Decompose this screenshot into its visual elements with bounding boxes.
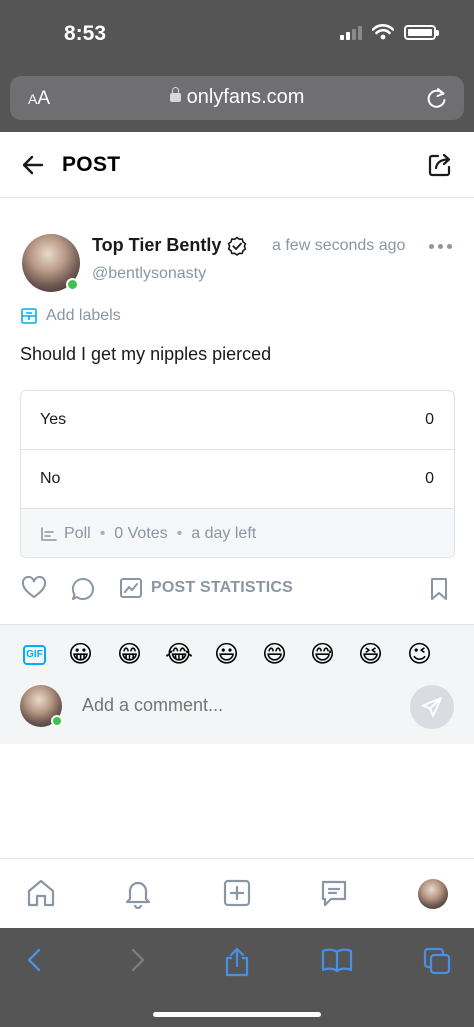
post-timestamp: a few seconds ago	[272, 237, 406, 254]
poll-option-count: 0	[425, 470, 434, 487]
battery-icon	[404, 24, 439, 40]
poll-option-yes[interactable]: Yes 0	[21, 391, 454, 450]
author-name[interactable]: Top Tier Bently	[92, 235, 221, 256]
comment-input[interactable]	[82, 695, 382, 716]
status-icons	[340, 24, 439, 40]
more-options-icon[interactable]	[429, 244, 452, 249]
statistics-chart-icon[interactable]	[119, 576, 143, 600]
commenter-avatar	[20, 685, 63, 727]
bookmarks-book-icon[interactable]	[321, 946, 353, 974]
home-icon[interactable]	[25, 877, 57, 909]
add-post-icon[interactable]	[221, 877, 253, 909]
online-status-dot	[51, 715, 63, 727]
add-labels-text: Add labels	[46, 307, 121, 324]
emoji-sweat-smile[interactable]: 😅	[310, 641, 335, 669]
separator-dot: •	[99, 525, 106, 542]
share-sheet-icon[interactable]	[223, 946, 251, 978]
url-text: onlyfans.com	[186, 86, 305, 108]
notifications-bell-icon[interactable]	[122, 877, 154, 909]
poll-option-count: 0	[425, 411, 434, 428]
poll-footer: Poll • 0 Votes • a day left	[21, 509, 454, 557]
emoji-grinning[interactable]: 😀	[68, 641, 93, 669]
add-labels-button[interactable]: Add labels	[20, 307, 121, 325]
send-plane-icon	[422, 697, 442, 717]
poll: Yes 0 No 0 Poll • 0 Votes • a day left	[20, 390, 455, 558]
poll-time-left: a day left	[191, 525, 257, 542]
page-header: POST	[0, 132, 474, 198]
profile-avatar-tab[interactable]	[418, 879, 448, 909]
page-title: POST	[62, 153, 121, 176]
emoji-smiley[interactable]: 😃	[214, 641, 239, 669]
back-arrow-icon[interactable]	[20, 152, 46, 178]
emoji-wink[interactable]: 😉	[407, 641, 432, 669]
wifi-icon	[372, 24, 394, 40]
emoji-beaming[interactable]: 😁	[117, 641, 142, 669]
author-avatar[interactable]	[22, 234, 80, 292]
browser-top: AA onlyfans.com	[0, 66, 474, 132]
emoji-row: GIF 😀 😁 😂 😃 😄 😅 😆 😉	[0, 641, 474, 671]
signal-icon	[340, 24, 362, 40]
safari-toolbar	[0, 928, 474, 1027]
poll-option-label: No	[40, 470, 61, 487]
comment-area: GIF 😀 😁 😂 😃 😄 😅 😆 😉	[0, 624, 474, 744]
poll-option-label: Yes	[40, 411, 67, 428]
tabs-icon[interactable]	[422, 946, 452, 976]
url-bar[interactable]: AA onlyfans.com	[10, 76, 464, 120]
verified-badge-icon	[227, 236, 247, 256]
like-heart-icon[interactable]	[21, 576, 47, 600]
separator-dot: •	[176, 525, 183, 542]
bookmark-icon[interactable]	[428, 576, 450, 602]
url-display[interactable]: onlyfans.com	[10, 86, 464, 109]
poll-votes: 0 Votes	[114, 525, 168, 542]
forward-chevron-icon[interactable]	[126, 946, 148, 974]
status-bar: 8:53	[0, 0, 474, 66]
reload-icon[interactable]	[426, 86, 448, 110]
emoji-laughing[interactable]: 😆	[358, 641, 383, 669]
share-icon[interactable]	[426, 151, 454, 179]
status-time: 8:53	[64, 22, 107, 45]
gif-button[interactable]: GIF	[23, 645, 46, 665]
home-indicator	[153, 1012, 321, 1017]
comment-bubble-icon[interactable]	[70, 576, 96, 602]
post-statistics-button[interactable]: POST STATISTICS	[151, 579, 293, 597]
emoji-smile[interactable]: 😄	[262, 641, 287, 669]
author-handle[interactable]: @bentlysonasty	[92, 265, 206, 283]
send-button[interactable]	[410, 685, 454, 729]
poll-type: Poll	[64, 525, 91, 542]
post-actions: POST STATISTICS	[0, 570, 474, 614]
bottom-nav	[0, 858, 474, 928]
post-text: Should I get my nipples pierced	[20, 344, 272, 364]
poll-option-no[interactable]: No 0	[21, 450, 454, 509]
poll-icon	[41, 527, 57, 541]
online-status-dot	[66, 278, 79, 291]
label-icon	[21, 308, 37, 324]
lock-icon	[169, 87, 181, 102]
back-chevron-icon[interactable]	[24, 946, 46, 974]
emoji-tears-of-joy[interactable]: 😂	[165, 641, 193, 669]
messages-icon[interactable]	[318, 877, 350, 909]
